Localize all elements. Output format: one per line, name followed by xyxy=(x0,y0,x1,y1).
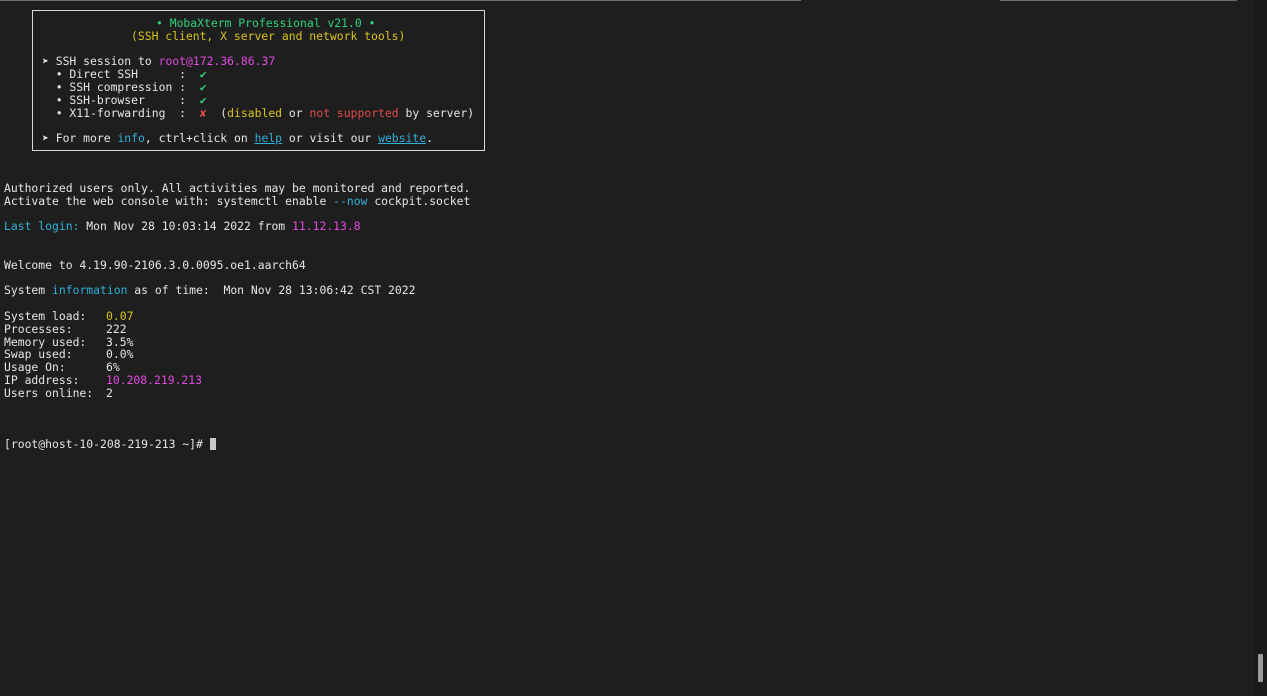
top-divider xyxy=(0,0,801,1)
website-link[interactable]: website xyxy=(378,131,426,145)
mobaxterm-banner: • MobaXterm Professional v21.0 • (SSH cl… xyxy=(32,10,485,151)
cross-icon: ✘ xyxy=(199,106,207,120)
text-cursor xyxy=(209,438,216,450)
check-icon: ✔ xyxy=(199,80,207,94)
system-info-line: System information as of time: Mon Nov 2… xyxy=(4,283,416,297)
ssh-target: root@172.36.86.37 xyxy=(158,54,276,68)
help-link[interactable]: help xyxy=(255,131,282,145)
more-info-line: ➤ For more info, ctrl+click on help or v… xyxy=(42,131,433,145)
banner-subtitle: (SSH client, X server and network tools) xyxy=(131,29,406,43)
scrollbar-thumb[interactable] xyxy=(1258,654,1263,682)
activate-console-line: Activate the web console with: systemctl… xyxy=(4,194,471,208)
shell-prompt[interactable]: [root@host-10-208-219-213 ~]# xyxy=(4,438,216,451)
top-divider xyxy=(1000,0,1237,1)
check-icon: ✔ xyxy=(199,93,207,107)
welcome-line: Welcome to 4.19.90-2106.3.0.0095.oe1.aar… xyxy=(4,258,306,272)
check-icon: ✔ xyxy=(199,67,207,81)
info-word: info xyxy=(117,131,145,145)
terminal-output[interactable]: • MobaXterm Professional v21.0 • (SSH cl… xyxy=(0,0,1254,696)
last-login-line: Last login: Mon Nov 28 10:03:14 2022 fro… xyxy=(4,219,361,233)
feature-x11-forwarding: • X11-forwarding : ✘ (disabled or not su… xyxy=(42,106,475,120)
vertical-scrollbar[interactable] xyxy=(1254,0,1267,696)
stat-users-online: Users online: 2 xyxy=(4,386,113,400)
